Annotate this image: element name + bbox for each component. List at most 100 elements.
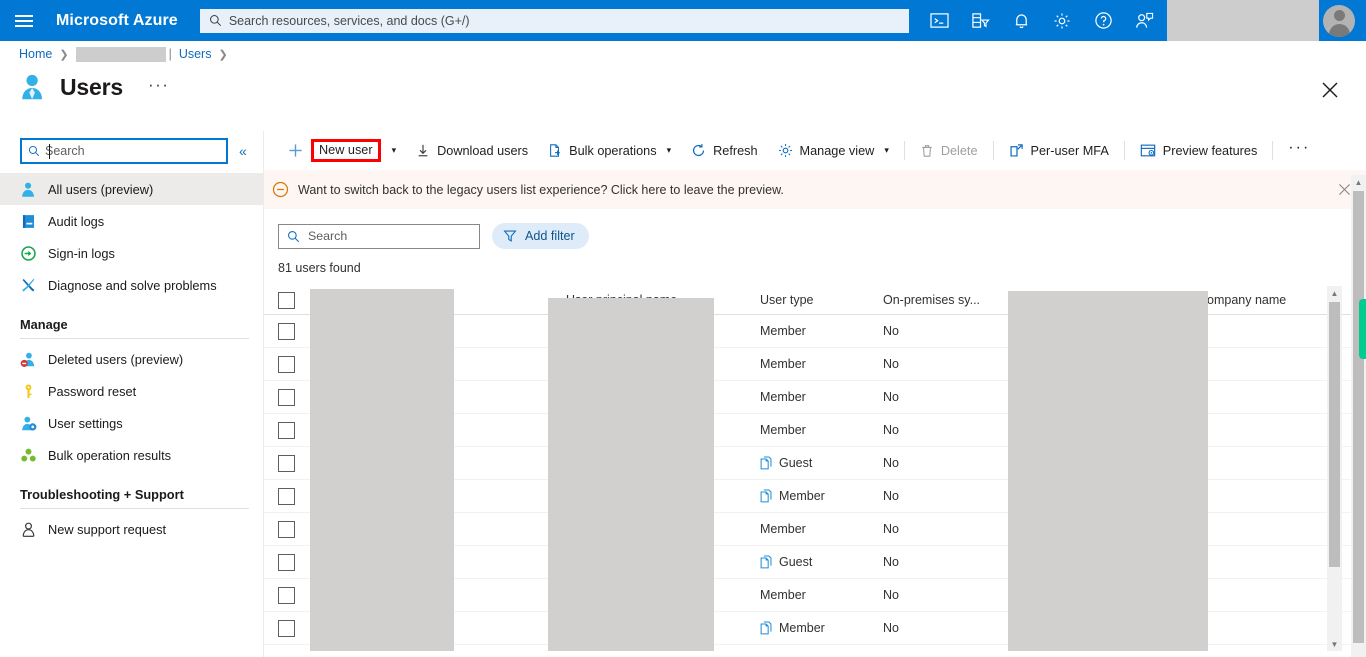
cell-user-principal-name <box>566 612 760 645</box>
sidebar-item-sign-in-logs[interactable]: Sign-in logs <box>0 237 263 269</box>
global-search-input[interactable]: Search resources, services, and docs (G+… <box>199 8 909 33</box>
table-header-row: Display name ↑ User principal name User … <box>264 286 1366 315</box>
refresh-button[interactable]: Refresh <box>681 136 767 166</box>
table-row[interactable]: Guest No <box>264 447 1366 480</box>
breadcrumb-home[interactable]: Home <box>19 47 52 61</box>
row-checkbox[interactable] <box>278 619 295 637</box>
preview-features-button[interactable]: Preview features <box>1130 136 1268 166</box>
sidebar-item-diagnose[interactable]: Diagnose and solve problems <box>0 269 263 301</box>
toolbar-more-label: ··· <box>1288 139 1311 156</box>
table-row[interactable]: Guest No <box>264 546 1366 579</box>
download-users-button[interactable]: Download users <box>406 136 538 166</box>
table-scrollbar[interactable]: ▲ ▼ <box>1327 286 1342 651</box>
settings-gear-icon[interactable] <box>1042 0 1083 41</box>
sidebar-item-deleted-users[interactable]: Deleted users (preview) <box>0 343 263 375</box>
new-user-button[interactable]: New user ▾ <box>278 136 406 166</box>
select-all-checkbox[interactable] <box>278 291 295 309</box>
row-checkbox[interactable] <box>278 421 295 439</box>
column-header-user-type[interactable]: User type <box>760 293 883 307</box>
directory-filter-icon[interactable] <box>960 0 1001 41</box>
chevron-down-icon[interactable]: ▾ <box>667 145 672 156</box>
sidebar-item-audit-logs[interactable]: Audit logs <box>0 205 263 237</box>
sidebar-search-row: Search « <box>0 131 263 173</box>
sidebar-item-label: Bulk operation results <box>48 447 172 463</box>
header-icon-group <box>919 0 1165 41</box>
row-checkbox[interactable] <box>278 553 295 571</box>
row-checkbox[interactable] <box>278 355 295 373</box>
cell-identities <box>1008 513 1198 546</box>
close-icon[interactable] <box>1318 78 1342 102</box>
breadcrumb-users[interactable]: Users <box>179 47 212 61</box>
toolbar-more-button[interactable]: ··· <box>1278 136 1320 166</box>
cell-user-principal-name <box>566 315 760 348</box>
preview-features-label: Preview features <box>1162 143 1258 158</box>
table-row[interactable]: Member No <box>264 480 1366 513</box>
users-table: Display name ↑ User principal name User … <box>264 286 1366 651</box>
azure-brand-logo[interactable]: Microsoft Azure <box>56 12 178 30</box>
page-more-menu[interactable]: ··· <box>148 76 169 99</box>
hamburger-menu-icon[interactable] <box>0 0 48 41</box>
table-row[interactable]: Member No <box>264 414 1366 447</box>
table-row[interactable]: Member No <box>264 612 1366 645</box>
cell-identities <box>1008 447 1198 480</box>
cell-on-premises-sync: No <box>883 324 899 338</box>
feedback-tab[interactable] <box>1359 299 1366 359</box>
blade-scrollbar-thumb[interactable] <box>1353 191 1364 643</box>
cell-identities <box>1008 381 1198 414</box>
cell-identities <box>1008 348 1198 381</box>
sidebar-item-new-support-request[interactable]: New support request <box>0 513 263 545</box>
chevron-down-icon[interactable]: ▾ <box>884 145 889 156</box>
row-checkbox[interactable] <box>278 520 295 538</box>
blade-scrollbar[interactable]: ▲ <box>1351 175 1366 657</box>
sidebar-item-label: Sign-in logs <box>48 245 115 261</box>
table-row[interactable]: Member No <box>264 579 1366 612</box>
sidebar-item-bulk-operation-results[interactable]: Bulk operation results <box>0 439 263 471</box>
sidebar-item-all-users[interactable]: All users (preview) <box>0 173 263 205</box>
per-user-mfa-button[interactable]: Per-user MFA <box>999 136 1119 166</box>
table-row[interactable]: Member No <box>264 315 1366 348</box>
per-user-mfa-label: Per-user MFA <box>1030 143 1109 158</box>
notifications-bell-icon[interactable] <box>1001 0 1042 41</box>
row-checkbox[interactable] <box>278 322 295 340</box>
column-header-upn[interactable]: User principal name <box>566 293 760 307</box>
column-header-display-name[interactable]: Display name ↑ <box>324 293 566 307</box>
legacy-experience-banner[interactable]: Want to switch back to the legacy users … <box>264 170 1366 209</box>
toolbar-divider-3 <box>1123 141 1125 160</box>
scroll-down-arrow-icon[interactable]: ▼ <box>1327 637 1342 651</box>
cell-user-principal-name <box>566 513 760 546</box>
row-select-cell <box>278 381 324 414</box>
sidebar-item-password-reset[interactable]: Password reset <box>0 375 263 407</box>
cell-user-type: Member <box>760 381 883 414</box>
row-checkbox[interactable] <box>278 487 295 505</box>
table-scrollbar-thumb[interactable] <box>1329 302 1340 567</box>
refresh-icon <box>693 144 705 157</box>
banner-close-icon[interactable] <box>1336 182 1352 198</box>
column-header-on-prem-sync[interactable]: On-premises sy... <box>883 293 1008 307</box>
sidebar-divider-2 <box>20 508 249 509</box>
table-row[interactable] <box>264 645 1366 651</box>
help-question-icon[interactable] <box>1083 0 1124 41</box>
row-checkbox[interactable] <box>278 586 295 604</box>
table-row[interactable]: Member No <box>264 381 1366 414</box>
table-row[interactable]: Member No <box>264 513 1366 546</box>
column-header-identities[interactable]: Identities <box>1008 293 1198 307</box>
collapse-sidebar-icon[interactable]: « <box>236 144 250 158</box>
feedback-person-icon[interactable] <box>1124 0 1165 41</box>
user-avatar[interactable] <box>1319 0 1360 41</box>
breadcrumb-chevron-icon-2: ❯ <box>218 48 228 61</box>
manage-view-button[interactable]: Manage view ▾ <box>768 136 899 166</box>
scroll-up-arrow-icon[interactable]: ▲ <box>1327 286 1342 300</box>
table-row[interactable]: Member No <box>264 348 1366 381</box>
bulk-operations-button[interactable]: Bulk operations ▾ <box>538 136 681 166</box>
chevron-down-icon[interactable]: ▾ <box>392 145 397 156</box>
sidebar-search-input[interactable]: Search <box>20 138 228 164</box>
sidebar-item-user-settings[interactable]: User settings <box>0 407 263 439</box>
cell-identities <box>1008 579 1198 612</box>
table-search-input[interactable]: Search <box>278 223 480 249</box>
cloud-shell-icon[interactable] <box>919 0 960 41</box>
row-checkbox[interactable] <box>278 454 295 472</box>
blade-scroll-up-arrow-icon[interactable]: ▲ <box>1351 175 1366 189</box>
cell-user-type: Member <box>760 579 883 612</box>
row-checkbox[interactable] <box>278 388 295 406</box>
add-filter-button[interactable]: Add filter <box>492 223 589 249</box>
